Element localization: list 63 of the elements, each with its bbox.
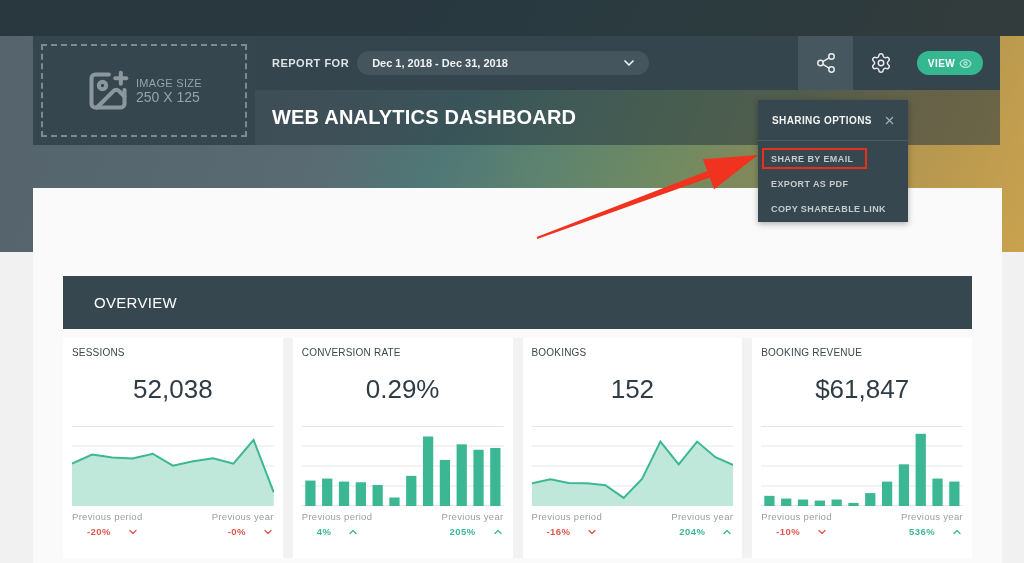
chart-bar — [932, 478, 943, 506]
metric-value: $61,847 — [815, 374, 910, 404]
menu-item[interactable]: SHARE BY EMAIL — [762, 148, 868, 169]
image-plus-icon — [86, 68, 130, 113]
chart-bar — [389, 497, 400, 506]
chart-bar — [405, 475, 417, 506]
image-size-label: IMAGE SIZE — [136, 76, 202, 89]
section-title: OVERVIEW — [94, 294, 177, 311]
chart-bar — [473, 449, 484, 506]
change-value: -0% — [227, 526, 246, 538]
eye-icon — [959, 56, 973, 70]
chart-bar — [899, 464, 910, 506]
change-value: 204% — [679, 526, 706, 538]
metric-value: 0.29% — [365, 374, 440, 404]
comparison-label: Previous year — [441, 511, 504, 522]
comparison-label: Previous year — [901, 511, 963, 522]
logo-placeholder[interactable]: IMAGE SIZE 250 X 125 — [41, 44, 247, 137]
chart-bar — [848, 502, 859, 506]
comparison-label: Previous year — [211, 511, 274, 522]
chart-bar — [949, 481, 960, 506]
comparison-label: Previous period — [761, 511, 832, 522]
chart-bar — [831, 499, 843, 506]
menu-item[interactable]: COPY SHAREABLE LINK — [762, 198, 900, 219]
chart-bar — [321, 478, 333, 506]
chart-bar — [338, 481, 349, 506]
metric-title: BOOKING REVENUE — [761, 346, 863, 360]
comparison-label: Previous period — [531, 511, 602, 522]
change-value: 4% — [316, 526, 332, 538]
chart-bar — [355, 482, 366, 506]
chart-bar — [781, 498, 792, 506]
metric-title: SESSIONS — [72, 346, 125, 360]
metric-value: 52,038 — [133, 374, 213, 404]
chart-bar — [372, 484, 383, 506]
chart-bar — [456, 444, 467, 506]
date-range-dropdown[interactable]: Dec 1, 2018 - Dec 31, 2018 — [357, 51, 650, 75]
chart-bar — [422, 436, 433, 506]
metric-value: 152 — [610, 374, 655, 404]
change-value: -16% — [546, 526, 571, 538]
comparison-label: Previous year — [671, 511, 734, 522]
metric-title: BOOKINGS — [531, 346, 587, 360]
change-value: 205% — [449, 526, 476, 538]
image-size-value: 250 X 125 — [136, 88, 201, 105]
comparison-label: Previous period — [72, 511, 143, 522]
settings-icon — [869, 52, 892, 74]
chart-bar — [764, 495, 775, 506]
share-icon — [814, 52, 837, 74]
chart-bar — [882, 481, 893, 506]
share-button[interactable] — [798, 36, 853, 90]
chart-bar — [798, 499, 809, 506]
report-for-label: REPORT FOR — [272, 57, 350, 69]
chart-bar — [489, 448, 501, 506]
change-value: -10% — [776, 526, 801, 538]
chart-bar — [439, 459, 450, 506]
chart-bar — [814, 500, 826, 506]
menu-title: SHARING OPTIONS — [772, 114, 872, 126]
metric-title: CONVERSION RATE — [301, 346, 401, 360]
change-value: 536% — [909, 526, 935, 538]
menu-item[interactable]: EXPORT AS PDF — [762, 173, 863, 194]
dashboard-title: WEB ANALYTICS DASHBOARD — [272, 106, 577, 129]
chart-bar — [305, 480, 316, 506]
chart-bar — [865, 493, 876, 506]
comparison-label: Previous period — [301, 511, 373, 522]
change-value: -20% — [87, 526, 111, 538]
